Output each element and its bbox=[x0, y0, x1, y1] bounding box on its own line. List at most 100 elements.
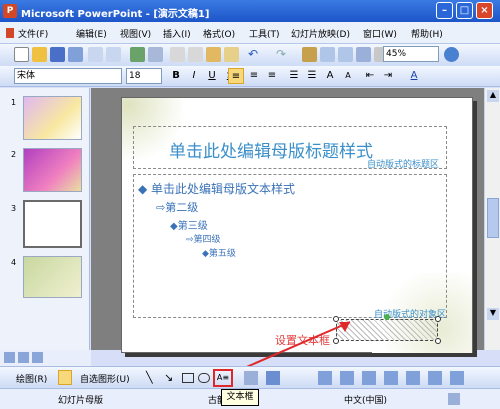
oval-icon[interactable] bbox=[198, 373, 210, 383]
format-painter-icon[interactable] bbox=[224, 47, 239, 62]
select-objects-icon[interactable] bbox=[58, 370, 72, 385]
menu-edit[interactable]: 编辑(E) bbox=[76, 27, 107, 40]
insert-master-icon[interactable] bbox=[384, 371, 398, 385]
level-3-text: 第三级 bbox=[177, 221, 208, 232]
line-color-icon[interactable] bbox=[266, 371, 280, 385]
permission-icon[interactable] bbox=[68, 47, 83, 62]
menu-format[interactable]: 格式(O) bbox=[203, 27, 235, 40]
line-icon[interactable]: ╲ bbox=[146, 371, 160, 385]
draw-menu[interactable]: 绘图(R) bbox=[16, 372, 47, 385]
title-placeholder[interactable]: 单击此处编辑母版标题样式 自动版式的标题区 bbox=[133, 126, 447, 170]
slide-thumbnail-2[interactable] bbox=[23, 148, 82, 192]
underline-button[interactable]: U bbox=[204, 68, 220, 84]
italic-button[interactable]: I bbox=[186, 68, 202, 84]
scroll-thumb[interactable] bbox=[487, 198, 499, 238]
menu-slideshow[interactable]: 幻灯片放映(D) bbox=[291, 27, 350, 40]
table-icon[interactable] bbox=[320, 47, 335, 62]
slideshow-view-icon[interactable] bbox=[32, 352, 43, 363]
bullet-icon: ◆ bbox=[202, 249, 209, 259]
menu-insert[interactable]: 插入(I) bbox=[163, 27, 191, 40]
align-center-icon[interactable]: ≡ bbox=[246, 68, 262, 84]
cut-icon[interactable] bbox=[170, 47, 185, 62]
bullet-level-2: ⇨第二级 bbox=[156, 199, 198, 215]
thumbnail-number: 2 bbox=[11, 150, 17, 159]
slide-thumbnail-3[interactable] bbox=[23, 200, 82, 248]
textbox-icon[interactable]: A≡ bbox=[213, 369, 233, 387]
increase-font-icon[interactable]: A bbox=[322, 68, 338, 84]
preserve-master-icon[interactable] bbox=[428, 371, 442, 385]
resize-handle[interactable] bbox=[435, 338, 441, 344]
bullet-level-5: ◆第五级 bbox=[202, 246, 236, 259]
rename-master-icon[interactable] bbox=[406, 371, 420, 385]
autoshapes-menu[interactable]: 自选图形(U) bbox=[80, 372, 130, 385]
spelling-icon[interactable] bbox=[130, 47, 145, 62]
menu-window[interactable]: 窗口(W) bbox=[363, 27, 397, 40]
resize-handle[interactable] bbox=[435, 316, 441, 322]
new-slide-icon[interactable] bbox=[362, 371, 376, 385]
bullet-icon: ⇨ bbox=[186, 235, 194, 245]
scroll-down-icon[interactable]: ▼ bbox=[487, 308, 499, 320]
bullets-icon[interactable]: ☰ bbox=[304, 68, 320, 84]
close-button[interactable]: × bbox=[476, 2, 493, 19]
menu-view[interactable]: 视图(V) bbox=[120, 27, 151, 40]
font-color-button[interactable]: A bbox=[406, 68, 422, 84]
menu-file[interactable]: 文件(F) bbox=[18, 27, 48, 40]
status-view: 幻灯片母版 bbox=[58, 396, 104, 406]
level-1-text: 单击此处编辑母版文本样式 bbox=[151, 182, 296, 196]
expand-icon[interactable] bbox=[356, 47, 371, 62]
body-placeholder[interactable]: ◆ 单击此处编辑母版文本样式 ⇨第二级 ◆第三级 ⇨第四级 ◆第五级 bbox=[133, 174, 447, 318]
redo-icon[interactable]: ↷ bbox=[276, 47, 291, 62]
copy-icon[interactable] bbox=[188, 47, 203, 62]
menu-bar: 文件(F) 编辑(E) 视图(V) 插入(I) 格式(O) 工具(T) 幻灯片放… bbox=[0, 22, 500, 44]
fill-color-icon[interactable] bbox=[244, 371, 258, 385]
document-icon bbox=[6, 28, 14, 38]
bullet-icon: ⇨ bbox=[156, 201, 166, 214]
design-icon[interactable] bbox=[340, 371, 354, 385]
align-left-icon[interactable]: ≡ bbox=[228, 68, 244, 84]
new-icon[interactable] bbox=[14, 47, 29, 62]
minimize-button[interactable]: – bbox=[436, 2, 453, 19]
paste-icon[interactable] bbox=[206, 47, 221, 62]
vertical-scrollbar[interactable]: ▲ ▼ bbox=[484, 88, 500, 350]
sorter-view-icon[interactable] bbox=[18, 352, 29, 363]
slide-thumbnail-pane: 1 2 3 4 bbox=[0, 88, 90, 350]
chart-icon[interactable] bbox=[302, 47, 317, 62]
master-layout-icon[interactable] bbox=[450, 371, 464, 385]
undo-icon[interactable]: ↶ bbox=[248, 47, 263, 62]
bold-button[interactable]: B bbox=[168, 68, 184, 84]
level-2-text: 第二级 bbox=[165, 201, 199, 214]
title-area-label: 自动版式的标题区 bbox=[367, 160, 440, 170]
drawing-toolbar: 绘图(R) 自选图形(U) ╲ ↘ A≡ bbox=[0, 366, 500, 388]
thumbnail-number: 4 bbox=[11, 258, 17, 267]
rectangle-icon[interactable] bbox=[182, 373, 194, 383]
research-icon[interactable] bbox=[148, 47, 163, 62]
open-icon[interactable] bbox=[32, 47, 47, 62]
decrease-font-icon[interactable]: A bbox=[340, 68, 356, 84]
decrease-indent-icon[interactable]: ⇤ bbox=[362, 68, 378, 84]
slide-thumbnail-4[interactable] bbox=[23, 256, 82, 298]
font-select[interactable]: 宋体 bbox=[14, 68, 122, 84]
maximize-button[interactable]: □ bbox=[456, 2, 473, 19]
slide-thumbnail-1[interactable] bbox=[23, 96, 82, 140]
help-icon[interactable] bbox=[444, 47, 459, 62]
rotate-handle[interactable] bbox=[384, 314, 390, 320]
thumbnail-number: 1 bbox=[11, 98, 17, 107]
scroll-up-icon[interactable]: ▲ bbox=[487, 90, 499, 102]
tables-borders-icon[interactable] bbox=[338, 47, 353, 62]
zoom-select[interactable]: 45% bbox=[383, 46, 439, 62]
level-4-text: 第四级 bbox=[193, 235, 221, 245]
numbering-icon[interactable]: ☰ bbox=[286, 68, 302, 84]
title-bar: P Microsoft PowerPoint - [演示文稿1] – □ × bbox=[0, 0, 500, 22]
align-right-icon[interactable]: ≡ bbox=[264, 68, 280, 84]
save-icon[interactable] bbox=[50, 47, 65, 62]
menu-help[interactable]: 帮助(H) bbox=[411, 27, 443, 40]
menu-tools[interactable]: 工具(T) bbox=[249, 27, 280, 40]
layout-icon[interactable] bbox=[318, 371, 332, 385]
arrow-icon[interactable]: ↘ bbox=[164, 371, 178, 385]
preview-icon[interactable] bbox=[106, 47, 121, 62]
increase-indent-icon[interactable]: ⇥ bbox=[380, 68, 396, 84]
print-icon[interactable] bbox=[88, 47, 103, 62]
thumbnail-number: 3 bbox=[11, 204, 17, 213]
font-size-select[interactable]: 18 bbox=[126, 68, 162, 84]
normal-view-icon[interactable] bbox=[4, 352, 15, 363]
